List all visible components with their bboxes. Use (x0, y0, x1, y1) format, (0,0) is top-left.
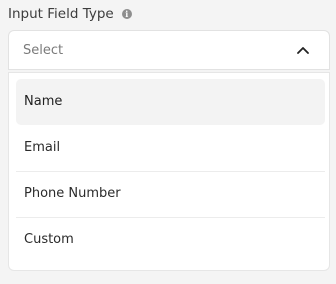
select-placeholder: Select (23, 43, 64, 58)
option-custom[interactable]: Custom (16, 217, 325, 263)
field-label: Input Field Type (8, 6, 114, 22)
field-label-row: Input Field Type i (8, 5, 132, 23)
option-label: Phone Number (24, 186, 121, 201)
chevron-up-icon[interactable] (297, 45, 309, 55)
info-icon[interactable]: i (121, 9, 132, 19)
option-label: Name (24, 94, 63, 109)
option-phone-number[interactable]: Phone Number (16, 171, 325, 217)
option-label: Email (24, 140, 61, 155)
option-label: Custom (24, 232, 74, 247)
select-trigger[interactable]: Select (8, 30, 330, 70)
option-name[interactable]: Name (16, 79, 325, 125)
dropdown-menu: Name Email Phone Number Custom (8, 72, 330, 271)
input-field-type-dropdown: Input Field Type i Select Name Email Pho… (0, 0, 336, 284)
option-email[interactable]: Email (16, 125, 325, 171)
